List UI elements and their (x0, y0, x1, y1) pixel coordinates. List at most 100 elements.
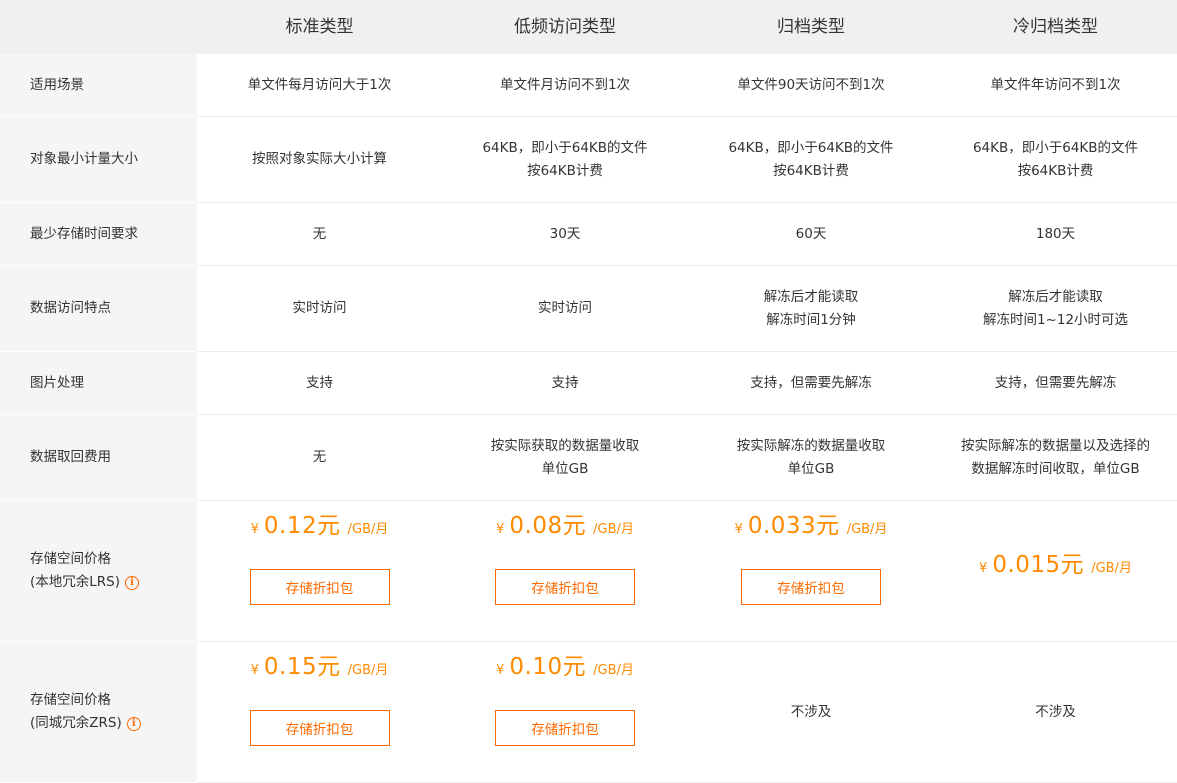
storage-type-comparison-table: 标准类型 低频访问类型 归档类型 冷归档类型 适用场景 单文件每月访问大于1次 … (0, 0, 1177, 783)
retrieval-archive: 按实际解冻的数据量收取 单位GB (688, 415, 934, 501)
discount-package-button[interactable]: 存储折扣包 (741, 569, 881, 605)
row-label-image: 图片处理 (0, 352, 197, 415)
cell-line: 解冻时间1分钟 (766, 311, 856, 328)
discount-package-button[interactable]: 存储折扣包 (249, 569, 390, 605)
row-label-min-size: 对象最小计量大小 (0, 117, 197, 203)
row-label-zrs-price: 存储空间价格 (同城冗余ZRS) i (0, 642, 197, 783)
lrs-label-line2-wrap: (本地冗余LRS) i (30, 571, 140, 594)
retrieval-infrequent: 按实际获取的数据量收取 单位GB (442, 415, 688, 501)
min-size-standard: 按照对象实际大小计算 (197, 117, 442, 203)
image-infrequent: 支持 (442, 352, 688, 415)
cell-line: 按实际解冻的数据量收取 (736, 437, 886, 454)
cell-line: 按64KB计费 (527, 162, 603, 179)
cell-line: 单位GB (787, 460, 835, 477)
lrs-label-line2: (本地冗余LRS) (30, 574, 121, 590)
row-label-lrs-price: 存储空间价格 (本地冗余LRS) i (0, 501, 197, 642)
min-size-archive: 64KB，即小于64KB的文件 按64KB计费 (688, 117, 934, 203)
currency-symbol: ¥ (734, 522, 743, 537)
retrieval-cold-archive: 按实际解冻的数据量以及选择的 数据解冻时间收取，单位GB (934, 415, 1177, 501)
retrieval-standard: 无 (197, 415, 442, 501)
header-standard: 标准类型 (197, 0, 442, 54)
lrs-price-standard: ¥ 0.12元 /GB/月 存储折扣包 (197, 501, 442, 642)
zrs-label-line1: 存储空间价格 (30, 692, 111, 708)
image-archive: 支持，但需要先解冻 (688, 352, 934, 415)
row-label-retrieval: 数据取回费用 (0, 415, 197, 501)
cell-line: 实时访问 (292, 300, 347, 316)
discount-package-button[interactable]: 存储折扣包 (495, 710, 635, 746)
scenario-infrequent: 单文件月访问不到1次 (442, 54, 688, 117)
price-display: ¥ 0.15元 /GB/月 (251, 656, 389, 690)
lrs-price-cold-archive: ¥ 0.015元 /GB/月 (934, 501, 1177, 642)
zrs-price-archive: 不涉及 (688, 642, 934, 783)
price-unit: /GB/月 (347, 663, 389, 678)
min-storage-archive: 60天 (688, 203, 934, 266)
price-unit: /GB/月 (1091, 561, 1132, 576)
zrs-label-line2-wrap: (同城冗余ZRS) i (30, 712, 141, 735)
info-icon[interactable]: i (125, 575, 140, 590)
cell-line: 解冻时间1~12小时可选 (982, 311, 1129, 328)
cell-line: 64KB，即小于64KB的文件 (972, 139, 1139, 156)
price-display: ¥ 0.08元 /GB/月 (496, 515, 634, 549)
zrs-price-standard: ¥ 0.15元 /GB/月 存储折扣包 (197, 642, 442, 783)
image-cold-archive: 支持，但需要先解冻 (934, 352, 1177, 415)
zrs-price-cold-archive: 不涉及 (934, 642, 1177, 783)
price-amount: 0.10元 (509, 654, 587, 680)
lrs-price-infrequent: ¥ 0.08元 /GB/月 存储折扣包 (442, 501, 688, 642)
price-unit: /GB/月 (846, 522, 888, 537)
price-amount: 0.015元 (992, 552, 1085, 578)
cell-line: 无 (312, 449, 327, 465)
cell-line: 单位GB (541, 460, 589, 477)
header-infrequent-access: 低频访问类型 (442, 0, 688, 54)
header-corner (0, 0, 197, 54)
header-cold-archive: 冷归档类型 (934, 0, 1177, 54)
zrs-price-infrequent: ¥ 0.10元 /GB/月 存储折扣包 (442, 642, 688, 783)
cell-line: 按64KB计费 (773, 162, 849, 179)
access-infrequent: 实时访问 (442, 266, 688, 352)
currency-symbol: ¥ (250, 522, 259, 537)
cell-line: 按实际解冻的数据量以及选择的 (961, 437, 1150, 454)
currency-symbol: ¥ (496, 663, 505, 678)
cell-line: 64KB，即小于64KB的文件 (482, 139, 648, 156)
cell-line: 实时访问 (538, 300, 592, 316)
header-archive: 归档类型 (688, 0, 934, 54)
row-label-min-storage: 最少存储时间要求 (0, 203, 197, 266)
price-amount: 0.033元 (747, 513, 840, 539)
price-amount: 0.15元 (263, 654, 341, 680)
zrs-label-line2: (同城冗余ZRS) (30, 715, 122, 731)
price-display: ¥ 0.033元 /GB/月 (735, 515, 888, 549)
min-storage-standard: 无 (197, 203, 442, 266)
price-amount: 0.08元 (509, 513, 587, 539)
currency-symbol: ¥ (496, 522, 505, 537)
row-label-access: 数据访问特点 (0, 266, 197, 352)
cell-line: 解冻后才能读取 (1008, 288, 1103, 305)
lrs-price-archive: ¥ 0.033元 /GB/月 存储折扣包 (688, 501, 934, 642)
cell-line: 64KB，即小于64KB的文件 (728, 139, 894, 156)
scenario-standard: 单文件每月访问大于1次 (197, 54, 442, 117)
access-standard: 实时访问 (197, 266, 442, 352)
lrs-label-line1: 存储空间价格 (30, 551, 111, 567)
price-display: ¥ 0.12元 /GB/月 (251, 515, 389, 549)
min-size-infrequent: 64KB，即小于64KB的文件 按64KB计费 (442, 117, 688, 203)
min-storage-cold-archive: 180天 (934, 203, 1177, 266)
discount-package-button[interactable]: 存储折扣包 (495, 569, 635, 605)
image-standard: 支持 (197, 352, 442, 415)
price-unit: /GB/月 (593, 522, 634, 537)
price-display: ¥ 0.10元 /GB/月 (496, 656, 634, 690)
access-cold-archive: 解冻后才能读取 解冻时间1~12小时可选 (934, 266, 1177, 352)
currency-symbol: ¥ (250, 663, 259, 678)
row-label-scenario: 适用场景 (0, 54, 197, 117)
access-archive: 解冻后才能读取 解冻时间1分钟 (688, 266, 934, 352)
scenario-archive: 单文件90天访问不到1次 (688, 54, 934, 117)
min-size-cold-archive: 64KB，即小于64KB的文件 按64KB计费 (934, 117, 1177, 203)
info-icon[interactable]: i (126, 716, 141, 731)
price-amount: 0.12元 (263, 513, 341, 539)
currency-symbol: ¥ (979, 561, 988, 576)
min-storage-infrequent: 30天 (442, 203, 688, 266)
cell-line: 解冻后才能读取 (763, 288, 859, 305)
cell-line: 数据解冻时间收取，单位GB (971, 460, 1140, 477)
discount-package-button[interactable]: 存储折扣包 (249, 710, 390, 746)
cell-line: 按实际获取的数据量收取 (490, 437, 640, 454)
price-unit: /GB/月 (593, 663, 634, 678)
cell-line: 按64KB计费 (1017, 162, 1094, 179)
cell-line: 按照对象实际大小计算 (252, 151, 387, 167)
